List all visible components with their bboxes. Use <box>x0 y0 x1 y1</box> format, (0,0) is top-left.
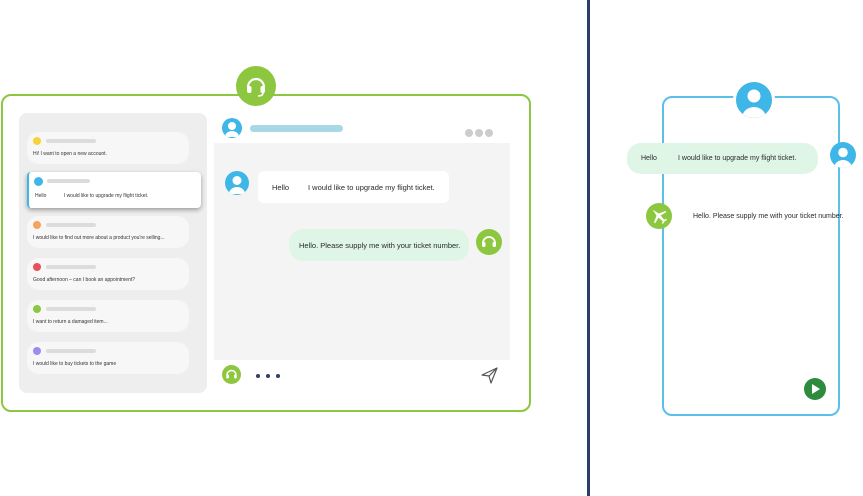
conversation-preview: I would like to find out more about a pr… <box>33 235 165 241</box>
headset-icon <box>476 229 502 255</box>
message-text: Hello. Please supply me with your ticket… <box>299 241 461 250</box>
chat-title-placeholder <box>250 125 343 132</box>
section-divider <box>587 0 590 496</box>
message-text: I would like to upgrade my flight ticket… <box>308 183 435 192</box>
airplane-icon <box>646 203 672 229</box>
more-dots-icon[interactable] <box>465 124 495 142</box>
message-greeting: Hello <box>272 183 290 192</box>
conversation-list: Hi! I want to open a new account. Hello … <box>19 113 207 393</box>
user-avatar-icon <box>225 171 249 195</box>
status-dot <box>33 221 41 229</box>
conversation-item[interactable]: Good afternoon – can I book an appointme… <box>27 258 189 290</box>
message-greeting: Hello <box>641 155 657 162</box>
play-send-icon[interactable] <box>804 378 826 400</box>
status-dot <box>33 305 41 313</box>
agent-message-text: Hello. Please supply me with your ticket… <box>693 213 844 220</box>
typing-dots-icon <box>256 374 280 378</box>
conversation-item[interactable]: I would like to buy tickets to the game <box>27 342 189 374</box>
conversation-item-active[interactable]: Hello I would like to upgrade my flight … <box>27 172 201 208</box>
user-message-bubble: Hello I would like to upgrade my flight … <box>627 143 818 174</box>
user-avatar-icon <box>830 142 856 168</box>
status-dot <box>33 347 41 355</box>
headset-icon <box>236 66 276 106</box>
user-message-bubble: Hello I would like to upgrade my flight … <box>258 171 449 203</box>
conversation-preview: Good afternoon – can I book an appointme… <box>33 277 136 283</box>
status-dot <box>33 263 41 271</box>
conversation-greeting: Hello <box>35 193 47 199</box>
headset-icon <box>222 365 241 384</box>
conversation-item[interactable]: Hi! I want to open a new account. <box>27 132 189 164</box>
send-icon[interactable] <box>481 367 498 384</box>
user-avatar-icon <box>733 79 775 121</box>
user-avatar-icon <box>34 177 43 186</box>
agent-message-bubble: Hello. Please supply me with your ticket… <box>289 229 469 261</box>
conversation-preview: Hi! I want to open a new account. <box>33 151 107 157</box>
message-text: I would like to upgrade my flight ticket… <box>678 155 797 162</box>
conversation-preview: I want to return a damaged item... <box>33 319 108 325</box>
conversation-preview: I would like to buy tickets to the game <box>33 361 117 367</box>
conversation-preview: I would like to upgrade my flight ticket… <box>63 193 149 199</box>
conversation-item[interactable]: I would like to find out more about a pr… <box>27 216 189 248</box>
conversation-item[interactable]: I want to return a damaged item... <box>27 300 189 332</box>
status-dot <box>33 137 41 145</box>
user-avatar-icon <box>222 118 242 138</box>
